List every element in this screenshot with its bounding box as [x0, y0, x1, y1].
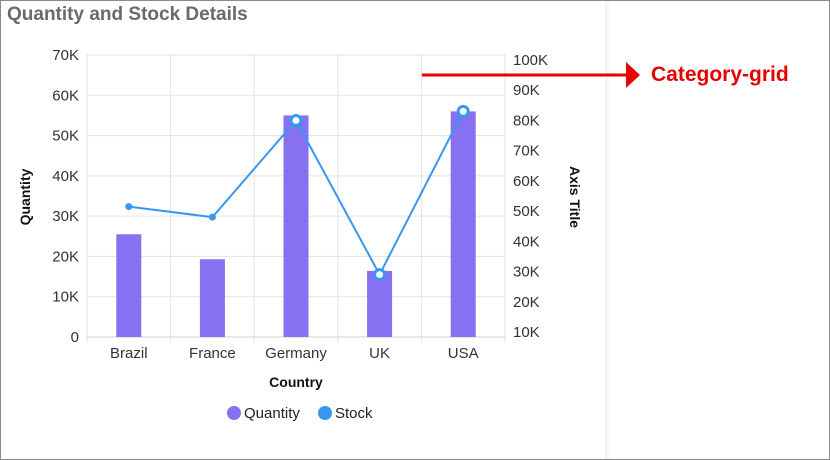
y-right-tick-label: 100K — [513, 52, 548, 69]
x-tick-label: USA — [448, 345, 479, 362]
y-right-tick-label: 10K — [513, 324, 540, 341]
y-right-tick-label: 60K — [513, 173, 540, 190]
y-right-tick-label: 90K — [513, 82, 540, 99]
y-right-tick-label: 50K — [513, 203, 540, 220]
marker-stock-selected — [373, 268, 387, 282]
y-left-tick-label: 40K — [52, 168, 79, 185]
y-right-tick-label: 20K — [513, 294, 540, 311]
chart-card: Quantity and Stock Details 0 10K 20K 30K 40K… — [1, 1, 605, 459]
x-tick-label: Germany — [265, 345, 327, 362]
y-left-tick-label: 70K — [52, 47, 79, 64]
x-tick-label: UK — [369, 345, 390, 362]
bar-quantity — [116, 234, 142, 337]
legend-label: Quantity — [244, 405, 300, 422]
y-left-tick-label: 10K — [52, 289, 79, 306]
y-left-tick-label: 60K — [52, 87, 79, 104]
y-right-tick-label: 30K — [513, 264, 540, 281]
x-tick-label: France — [189, 345, 236, 362]
annotation-label: Category-grid — [651, 63, 789, 86]
bar-quantity — [283, 115, 309, 337]
y-left-tick-label: 20K — [52, 248, 79, 265]
y-left-axis-title: Quantity — [17, 168, 33, 225]
legend-swatch — [318, 406, 332, 420]
y-right-tick-label: 80K — [513, 112, 540, 129]
combo-chart: 0 10K 20K 30K 40K 50K 60K 70K 10K 20K 30K 40K 50K 60K… — [17, 47, 583, 422]
marker-stock-selected — [289, 113, 303, 127]
x-tick-label: Brazil — [110, 345, 148, 362]
y-left-tick-label: 30K — [52, 208, 79, 225]
x-axis-title: Country — [269, 374, 323, 390]
y-right-tick-label: 70K — [513, 143, 540, 160]
marker-stock — [125, 203, 133, 211]
marker-stock — [208, 213, 216, 221]
y-left-tick-label: 0 — [71, 329, 79, 346]
bar-quantity — [199, 259, 225, 337]
y-right-tick-label: 40K — [513, 233, 540, 250]
marker-stock-selected — [456, 104, 470, 118]
legend-swatch — [227, 406, 241, 420]
pattern-shadow — [605, 1, 611, 459]
legend-label: Stock — [335, 405, 373, 422]
bar-quantity — [450, 111, 476, 338]
y-left-tick-label: 50K — [52, 128, 79, 145]
y-right-axis-title: Axis Title — [567, 166, 583, 228]
